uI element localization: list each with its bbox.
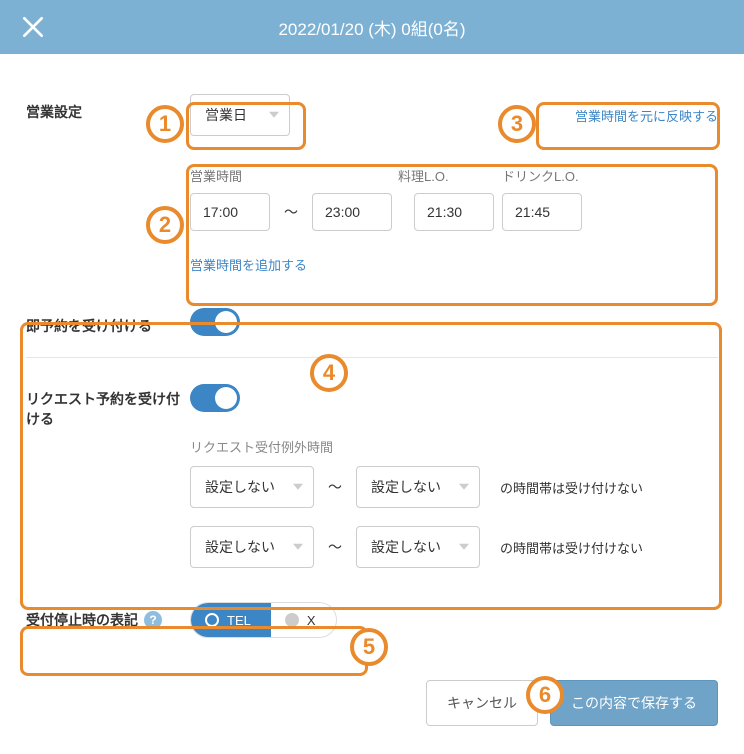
drink-lo-input[interactable]: 21:45 xyxy=(502,193,582,231)
tilde-1: 〜 xyxy=(284,202,298,222)
business-status-select[interactable]: 営業日 xyxy=(190,94,290,136)
exception-1-end-select[interactable]: 設定しない xyxy=(356,466,480,508)
radio-dot-icon xyxy=(205,613,219,627)
exception-2-end-select[interactable]: 設定しない xyxy=(356,526,480,568)
request-exception-block: リクエスト受付例外時間 設定しない 〜 設定しない の時間帯は受け付けない xyxy=(26,437,718,568)
stop-display-option-tel-label: TEL xyxy=(227,613,251,628)
instant-booking-row: 即予約を受け付ける xyxy=(26,308,718,339)
exception-2-end-value: 設定しない xyxy=(371,539,441,555)
hours-start-input[interactable]: 17:00 xyxy=(190,193,270,231)
stop-display-option-x-label: X xyxy=(307,613,316,628)
stop-display-label: 受付停止時の表記 xyxy=(26,610,138,630)
exception-2-start-select[interactable]: 設定しない xyxy=(190,526,314,568)
request-booking-row: リクエスト予約を受け付ける xyxy=(26,384,718,429)
radio-dot-icon xyxy=(285,613,299,627)
request-booking-label: リクエスト予約を受け付ける xyxy=(26,384,190,429)
annotation-3: 3 xyxy=(498,105,536,143)
exception-1-start-value: 設定しない xyxy=(205,479,275,495)
chevron-down-icon xyxy=(293,484,303,490)
annotation-5: 5 xyxy=(350,628,388,666)
save-button[interactable]: この内容で保存する xyxy=(550,680,718,726)
annotation-6: 6 xyxy=(526,676,564,714)
exception-row-1: 設定しない 〜 設定しない の時間帯は受け付けない xyxy=(190,466,718,508)
business-setting-row: 営業設定 営業日 営業時間を元に反映する xyxy=(26,94,718,136)
food-lo-input[interactable]: 21:30 xyxy=(414,193,494,231)
help-icon[interactable]: ? xyxy=(144,611,162,629)
add-hours-row: 営業時間を追加する xyxy=(190,255,718,274)
business-hours-row: 営業時間 料理L.O. ドリンクL.O. 17:00 〜 23:00 21:30… xyxy=(26,162,718,274)
chevron-down-icon xyxy=(293,544,303,550)
modal-footer: キャンセル この内容で保存する xyxy=(0,680,744,748)
annotation-4: 4 xyxy=(310,354,348,392)
request-exception-label-col xyxy=(26,437,190,445)
stop-display-radio-group: TEL X xyxy=(190,602,337,638)
tilde-3: 〜 xyxy=(328,537,342,557)
add-hours-link[interactable]: 営業時間を追加する xyxy=(190,258,307,273)
request-booking-content xyxy=(190,384,718,415)
business-setting-content: 営業日 営業時間を元に反映する xyxy=(190,94,718,136)
instant-booking-label: 即予約を受け付ける xyxy=(26,308,190,336)
stop-display-option-x[interactable]: X xyxy=(271,603,336,637)
reflect-hours-link[interactable]: 営業時間を元に反映する xyxy=(575,106,718,125)
tilde-2: 〜 xyxy=(328,477,342,497)
request-exception-content: リクエスト受付例外時間 設定しない 〜 設定しない の時間帯は受け付けない xyxy=(190,437,718,568)
request-booking-toggle[interactable] xyxy=(190,384,240,412)
exception-1-note: の時間帯は受け付けない xyxy=(500,478,643,497)
hours-header-drink-lo: ドリンクL.O. xyxy=(502,166,598,185)
exception-row-2: 設定しない 〜 設定しない の時間帯は受け付けない xyxy=(190,526,718,568)
business-status-select-value: 営業日 xyxy=(205,107,247,123)
instant-booking-toggle[interactable] xyxy=(190,308,240,336)
stop-display-label-wrap: 受付停止時の表記 ? xyxy=(26,602,190,630)
modal-title: 2022/01/20 (木) 0組(0名) xyxy=(278,15,465,40)
exception-2-start-value: 設定しない xyxy=(205,539,275,555)
chevron-down-icon xyxy=(459,484,469,490)
hours-header-food-lo: 料理L.O. xyxy=(398,166,494,185)
business-hours-label-col xyxy=(26,162,190,170)
cancel-button[interactable]: キャンセル xyxy=(426,680,538,726)
hours-header-business: 営業時間 xyxy=(190,166,390,185)
chevron-down-icon xyxy=(459,544,469,550)
chevron-down-icon xyxy=(269,112,279,118)
annotation-2: 2 xyxy=(146,206,184,244)
close-icon[interactable] xyxy=(20,14,46,40)
modal-titlebar: 2022/01/20 (木) 0組(0名) xyxy=(0,0,744,54)
exception-1-start-select[interactable]: 設定しない xyxy=(190,466,314,508)
business-hours-content: 営業時間 料理L.O. ドリンクL.O. 17:00 〜 23:00 21:30… xyxy=(190,162,718,274)
annotation-1: 1 xyxy=(146,105,184,143)
stop-display-option-tel[interactable]: TEL xyxy=(191,603,271,637)
instant-booking-content xyxy=(190,308,718,339)
settings-modal: 2022/01/20 (木) 0組(0名) 営業設定 営業日 営業時間を元に反映… xyxy=(0,0,744,754)
hours-column-headers: 営業時間 料理L.O. ドリンクL.O. xyxy=(190,166,718,185)
hours-end-input[interactable]: 23:00 xyxy=(312,193,392,231)
divider xyxy=(26,357,718,358)
exception-1-end-value: 設定しない xyxy=(371,479,441,495)
business-hours-fields: 17:00 〜 23:00 21:30 21:45 xyxy=(190,193,718,231)
exception-2-note: の時間帯は受け付けない xyxy=(500,538,643,557)
stop-display-content: TEL X xyxy=(190,602,718,638)
modal-body: 営業設定 営業日 営業時間を元に反映する 営業時間 料理L.O. ドリンクL.O… xyxy=(0,54,744,680)
request-exception-subhead: リクエスト受付例外時間 xyxy=(190,437,718,456)
